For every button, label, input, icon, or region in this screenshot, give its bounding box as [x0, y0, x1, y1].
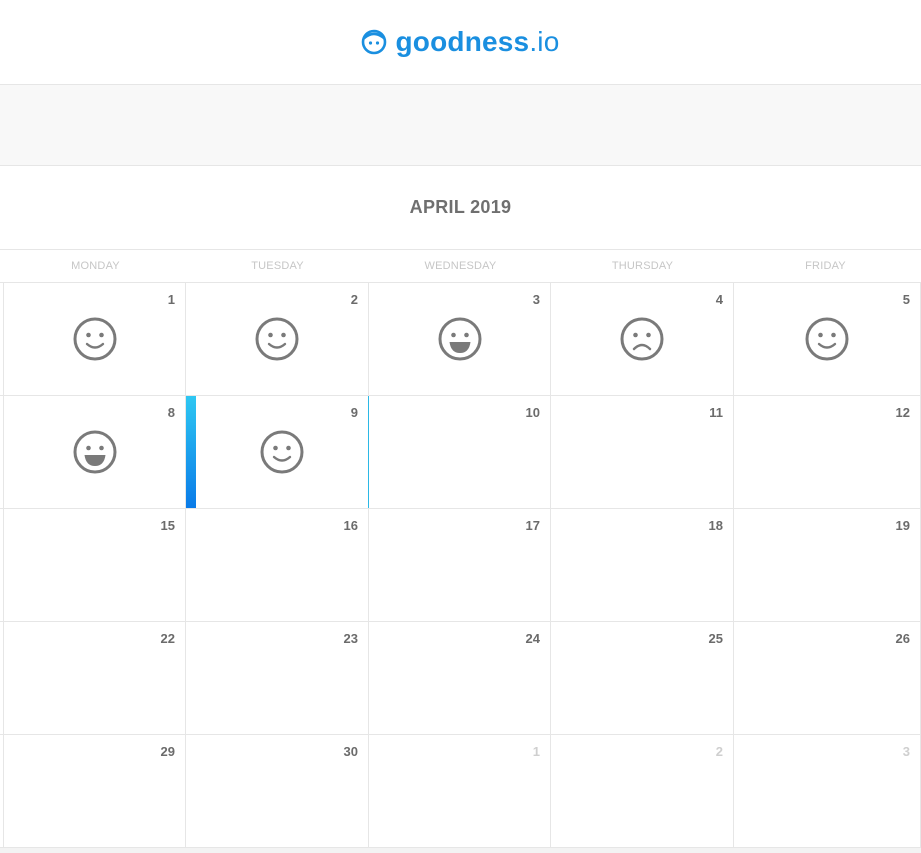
day-number: 11 — [709, 405, 723, 420]
weekday-label: WEDNESDAY — [424, 260, 497, 272]
day-number: 25 — [708, 631, 723, 646]
weekday-label: TUESDAY — [251, 260, 304, 272]
day-cell[interactable]: 1 — [4, 283, 186, 396]
day-cell[interactable]: 2 — [186, 283, 369, 396]
day-number: 8 — [167, 405, 175, 420]
day-cell-today[interactable]: 9 — [186, 396, 369, 509]
day-number: 19 — [895, 518, 910, 533]
day-number: 26 — [895, 631, 910, 646]
day-cell[interactable]: 29 — [4, 735, 186, 848]
day-number: 3 — [532, 292, 540, 307]
day-number: 1 — [167, 292, 175, 307]
day-number: 3 — [902, 744, 910, 759]
day-number: 2 — [715, 744, 723, 759]
smile-face-icon[interactable] — [72, 316, 118, 362]
day-cell[interactable]: 17 — [369, 509, 551, 622]
day-cell[interactable]: 3 — [369, 283, 551, 396]
day-cell[interactable]: 4 — [551, 283, 734, 396]
day-number: 10 — [525, 405, 540, 420]
day-number: 17 — [525, 518, 540, 533]
logo[interactable]: goodness.io — [361, 26, 559, 58]
day-number: 4 — [715, 292, 723, 307]
day-number: 2 — [350, 292, 358, 307]
logo-text: goodness.io — [395, 26, 560, 57]
grin-face-icon[interactable] — [72, 429, 118, 475]
day-number: 23 — [343, 631, 358, 646]
month-title: APRIL 2019 — [409, 197, 512, 217]
day-cell[interactable]: 22 — [4, 622, 186, 735]
face-logo-icon — [361, 29, 387, 55]
smile-face-icon[interactable] — [259, 429, 305, 475]
day-number: 24 — [525, 631, 540, 646]
day-number: 29 — [160, 744, 175, 759]
day-number: 9 — [350, 405, 358, 420]
weekday-header-row: MONDAY TUESDAY WEDNESDAY THURSDAY FRIDAY — [0, 250, 921, 283]
calendar-grid: 1 2 3 4 5 8 9 10 11 12 15 16 17 18 19 22 23 24 25 26 29 30 1 2 3 — [0, 283, 921, 848]
footer-divider — [0, 848, 921, 853]
month-header: APRIL 2019 — [0, 166, 921, 250]
day-number: 5 — [902, 292, 910, 307]
grin-face-icon[interactable] — [437, 316, 483, 362]
today-indicator — [186, 396, 196, 508]
day-cell[interactable]: 30 — [186, 735, 369, 848]
day-cell[interactable]: 11 — [551, 396, 734, 509]
day-number: 30 — [343, 744, 358, 759]
toolbar-band — [0, 85, 921, 166]
day-cell[interactable]: 25 — [551, 622, 734, 735]
day-cell[interactable]: 15 — [4, 509, 186, 622]
day-number: 1 — [532, 744, 540, 759]
day-cell[interactable]: 12 — [734, 396, 921, 509]
day-cell[interactable]: 1 — [369, 735, 551, 848]
frown-face-icon[interactable] — [619, 316, 665, 362]
day-cell[interactable]: 24 — [369, 622, 551, 735]
day-cell[interactable]: 3 — [734, 735, 921, 848]
day-cell[interactable]: 19 — [734, 509, 921, 622]
day-cell[interactable]: 10 — [369, 396, 551, 509]
smile-face-icon[interactable] — [254, 316, 300, 362]
day-cell[interactable]: 2 — [551, 735, 734, 848]
weekday-label: FRIDAY — [805, 260, 846, 272]
app-header: goodness.io — [0, 0, 921, 85]
weekday-label: MONDAY — [71, 260, 120, 272]
day-number: 16 — [343, 518, 358, 533]
day-number: 22 — [160, 631, 175, 646]
smile-face-icon[interactable] — [804, 316, 850, 362]
day-number: 15 — [160, 518, 175, 533]
day-cell[interactable]: 23 — [186, 622, 369, 735]
day-number: 18 — [708, 518, 723, 533]
day-cell[interactable]: 5 — [734, 283, 921, 396]
weekday-label: THURSDAY — [611, 260, 674, 272]
day-cell[interactable]: 18 — [551, 509, 734, 622]
day-cell[interactable]: 26 — [734, 622, 921, 735]
day-cell[interactable]: 8 — [4, 396, 186, 509]
day-cell[interactable]: 16 — [186, 509, 369, 622]
day-number: 12 — [895, 405, 910, 420]
